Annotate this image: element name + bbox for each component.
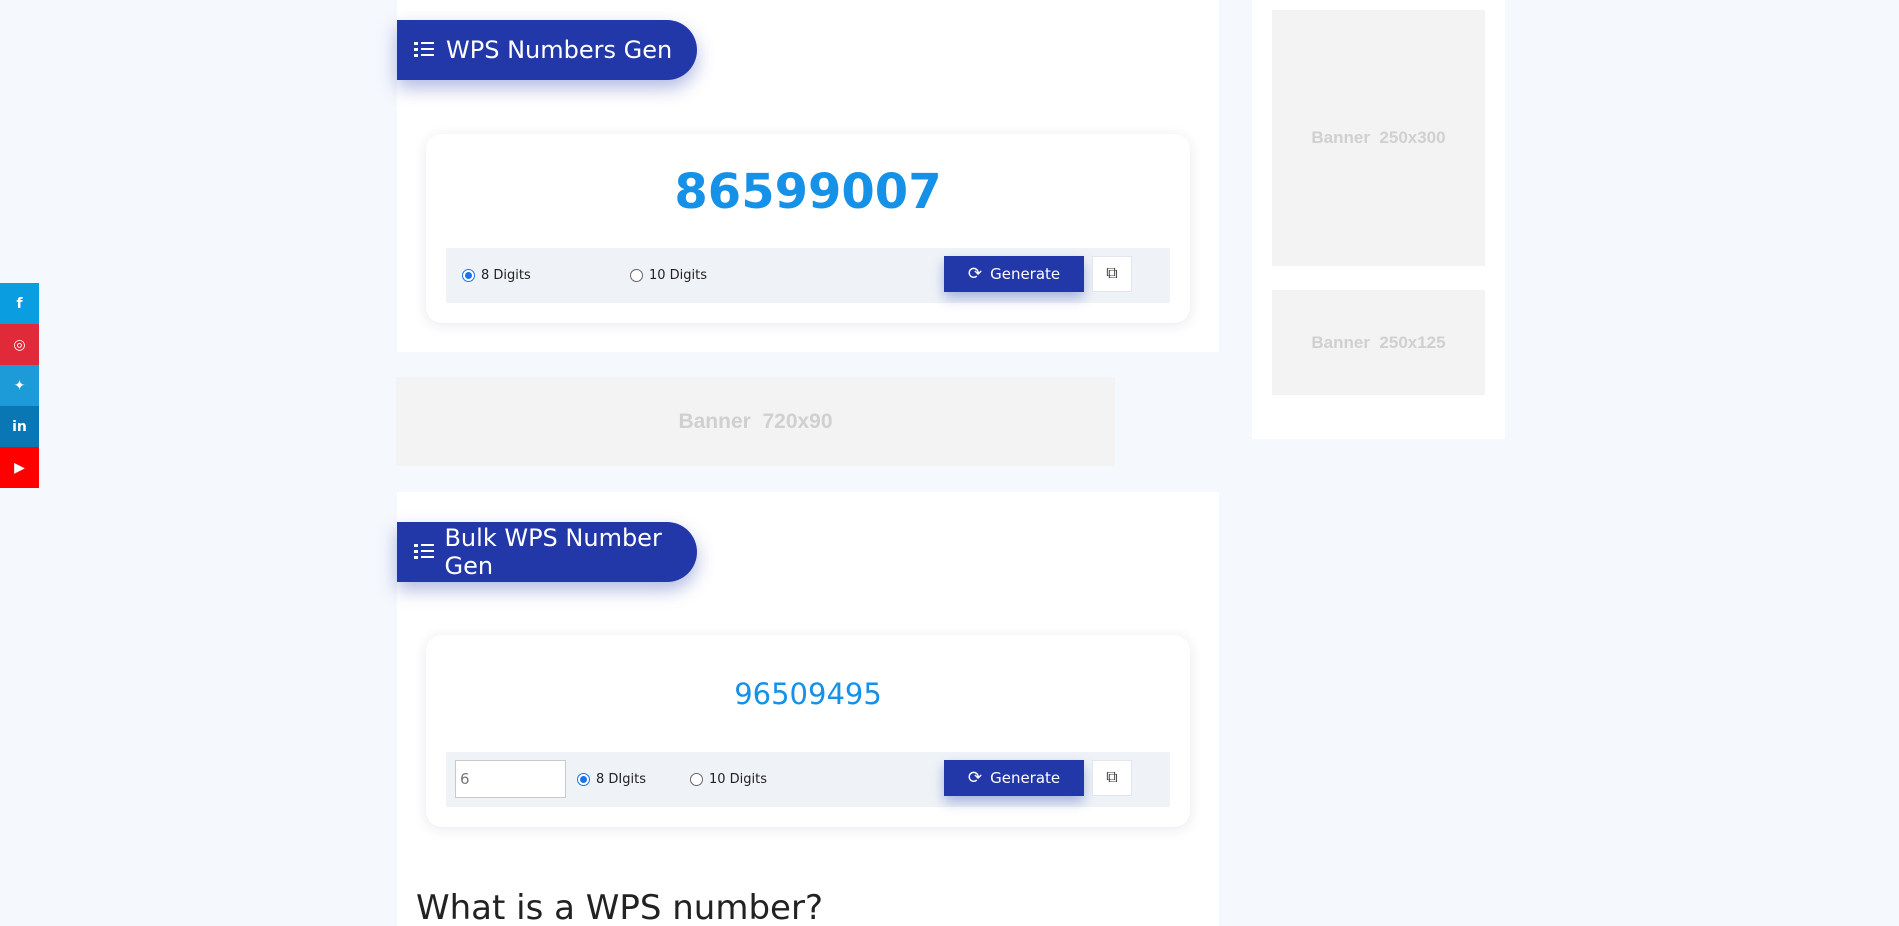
copy-icon: ⧉ [1106, 769, 1118, 786]
banner-250x300[interactable]: Banner 250x300 [1272, 10, 1485, 266]
section-title: Bulk WPS Number Gen [444, 524, 662, 580]
radio-label: 10 Digits [709, 772, 768, 787]
banner-250x125[interactable]: Banner 250x125 [1272, 290, 1485, 395]
list-icon [414, 542, 434, 562]
generate-button[interactable]: ⟳ Generate [944, 760, 1084, 796]
social-share-bar: f ◎ ✦ in ▶ [0, 283, 39, 488]
article-heading: What is a WPS number? [416, 888, 824, 926]
section-title-pill: WPS Numbers Gen [397, 20, 697, 80]
radio-indicator[interactable] [690, 773, 703, 786]
copy-button[interactable]: ⧉ [1092, 256, 1132, 292]
radio-label: 10 Digits [649, 268, 708, 283]
instagram-icon[interactable]: ◎ [0, 324, 39, 365]
radio-10-digits[interactable]: 10 Digits [690, 772, 767, 787]
generated-number: 86599007 [674, 164, 942, 220]
refresh-icon: ⟳ [967, 768, 983, 788]
radio-label: 8 DIgits [596, 772, 646, 787]
radio-10-digits[interactable]: 10 Digits [630, 268, 707, 283]
banner-720x90[interactable]: Banner 720x90 [396, 377, 1115, 466]
copy-button[interactable]: ⧉ [1092, 760, 1132, 796]
linkedin-icon[interactable]: in [0, 406, 39, 447]
controls-bar: 8 Digits 10 Digits ⟳ Generate ⧉ [446, 248, 1170, 303]
wps-generator-section: WPS Numbers Gen 86599007 8 Digits 10 Dig… [397, 0, 1219, 352]
radio-8-digits[interactable]: 8 Digits [462, 268, 531, 283]
generate-button[interactable]: ⟳ Generate [944, 256, 1084, 292]
radio-indicator[interactable] [577, 773, 590, 786]
youtube-icon[interactable]: ▶ [0, 447, 39, 488]
radio-indicator[interactable] [630, 269, 643, 282]
generate-label: Generate [990, 769, 1061, 787]
generated-number: 96509495 [734, 677, 882, 711]
radio-label: 8 Digits [481, 268, 531, 283]
list-icon [414, 40, 434, 60]
section-title: WPS Numbers Gen [446, 36, 673, 64]
quantity-input[interactable]: 6 [455, 760, 566, 798]
generator-card: 86599007 8 Digits 10 Digits ⟳ Generate ⧉ [426, 134, 1190, 323]
section-title-pill: Bulk WPS Number Gen [397, 522, 697, 582]
refresh-icon: ⟳ [967, 264, 983, 284]
generate-label: Generate [990, 265, 1061, 283]
copy-icon: ⧉ [1106, 265, 1118, 282]
controls-bar: 6 8 DIgits 10 Digits ⟳ Generate ⧉ [446, 752, 1170, 807]
bulk-generator-card: 96509495 6 8 DIgits 10 Digits ⟳ Generate… [426, 635, 1190, 827]
radio-8-digits[interactable]: 8 DIgits [577, 772, 646, 787]
facebook-icon[interactable]: f [0, 283, 39, 324]
twitter-icon[interactable]: ✦ [0, 365, 39, 406]
radio-indicator[interactable] [462, 269, 475, 282]
